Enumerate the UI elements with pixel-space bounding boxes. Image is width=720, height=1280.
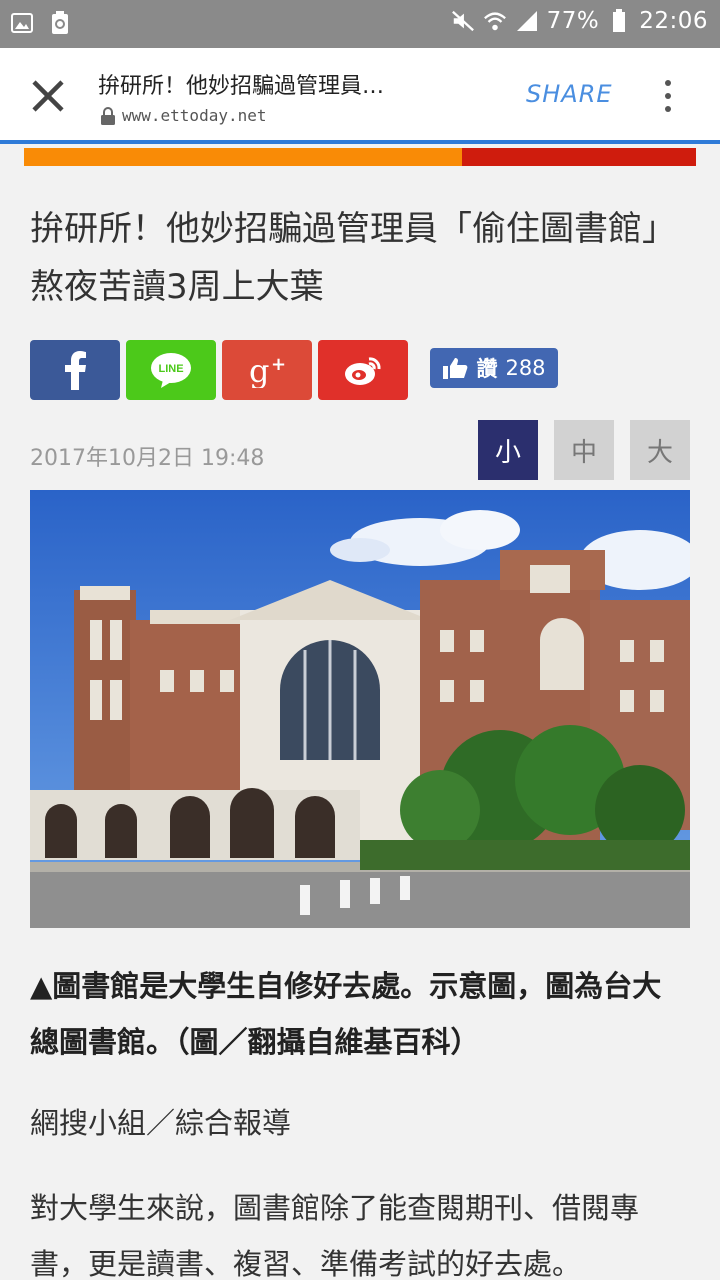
article-photo bbox=[30, 490, 690, 928]
google-plus-share-button[interactable]: g + bbox=[222, 340, 312, 400]
facebook-share-button[interactable] bbox=[30, 340, 120, 400]
line-share-button[interactable]: LINE bbox=[126, 340, 216, 400]
page-url: www.ettoday.net bbox=[122, 106, 267, 125]
svg-text:+: + bbox=[271, 354, 286, 375]
photo-caption: ▲圖書館是大學生自修好去處。示意圖，圖為台大總圖書館。（圖／翻攝自維基百科） bbox=[30, 969, 662, 1059]
article-byline: 網搜小組／綜合報導 bbox=[30, 1106, 292, 1140]
line-icon-label: LINE bbox=[158, 363, 183, 375]
clock: 22:06 bbox=[639, 8, 708, 34]
battery-icon bbox=[607, 9, 631, 33]
like-label: 讚 bbox=[476, 357, 498, 381]
font-size-large-button[interactable]: 大 bbox=[630, 420, 690, 480]
recycle-icon bbox=[48, 11, 72, 35]
lock-icon bbox=[101, 106, 115, 125]
url-row: www.ettoday.net bbox=[100, 106, 267, 125]
article-headline: 拚研所！他妙招騙過管理員「偷住圖書館」 熬夜苦讀3周上大葉 bbox=[30, 209, 693, 307]
more-dot-icon bbox=[665, 80, 671, 86]
facebook-like-button[interactable]: 讚 288 bbox=[430, 348, 558, 388]
status-bar: 77% 22:06 bbox=[0, 0, 720, 48]
close-icon bbox=[32, 80, 64, 112]
thumbs-up-icon bbox=[443, 358, 468, 379]
font-size-small-button[interactable]: 小 bbox=[478, 420, 538, 480]
brand-color-bar bbox=[24, 148, 696, 166]
like-count: 288 bbox=[505, 356, 546, 380]
color-bar-red bbox=[462, 148, 696, 166]
weibo-icon bbox=[345, 357, 381, 385]
font-size-medium-button[interactable]: 中 bbox=[554, 420, 614, 480]
publish-date: 2017年10月2日 19:48 bbox=[30, 446, 265, 471]
custom-tab-toolbar: 拚研所！他妙招騙過管理員… www.ettoday.net SHARE bbox=[0, 48, 720, 144]
battery-percent: 77% bbox=[546, 8, 600, 34]
more-dot-icon bbox=[665, 106, 671, 112]
more-options-button[interactable] bbox=[656, 76, 680, 116]
share-button[interactable]: SHARE bbox=[526, 80, 613, 108]
color-bar-orange bbox=[24, 148, 462, 166]
gallery-icon bbox=[10, 11, 34, 35]
google-plus-icon: g + bbox=[249, 352, 286, 388]
more-dot-icon bbox=[665, 93, 671, 99]
page-title: 拚研所！他妙招騙過管理員… bbox=[98, 74, 385, 99]
svg-text:g: g bbox=[249, 352, 269, 388]
facebook-icon bbox=[65, 351, 86, 390]
line-icon: LINE bbox=[151, 353, 191, 388]
close-button[interactable] bbox=[26, 74, 70, 118]
article-body: 對大學生來說，圖書館除了能查閱期刊、借閱專書，更是讀書、複習、準備考試的好去處。 bbox=[30, 1191, 640, 1280]
mute-icon bbox=[451, 9, 475, 33]
wifi-icon bbox=[483, 9, 507, 33]
weibo-share-button[interactable] bbox=[318, 340, 408, 400]
social-share-bar: LINE g + bbox=[30, 340, 408, 400]
signal-icon bbox=[515, 9, 539, 33]
